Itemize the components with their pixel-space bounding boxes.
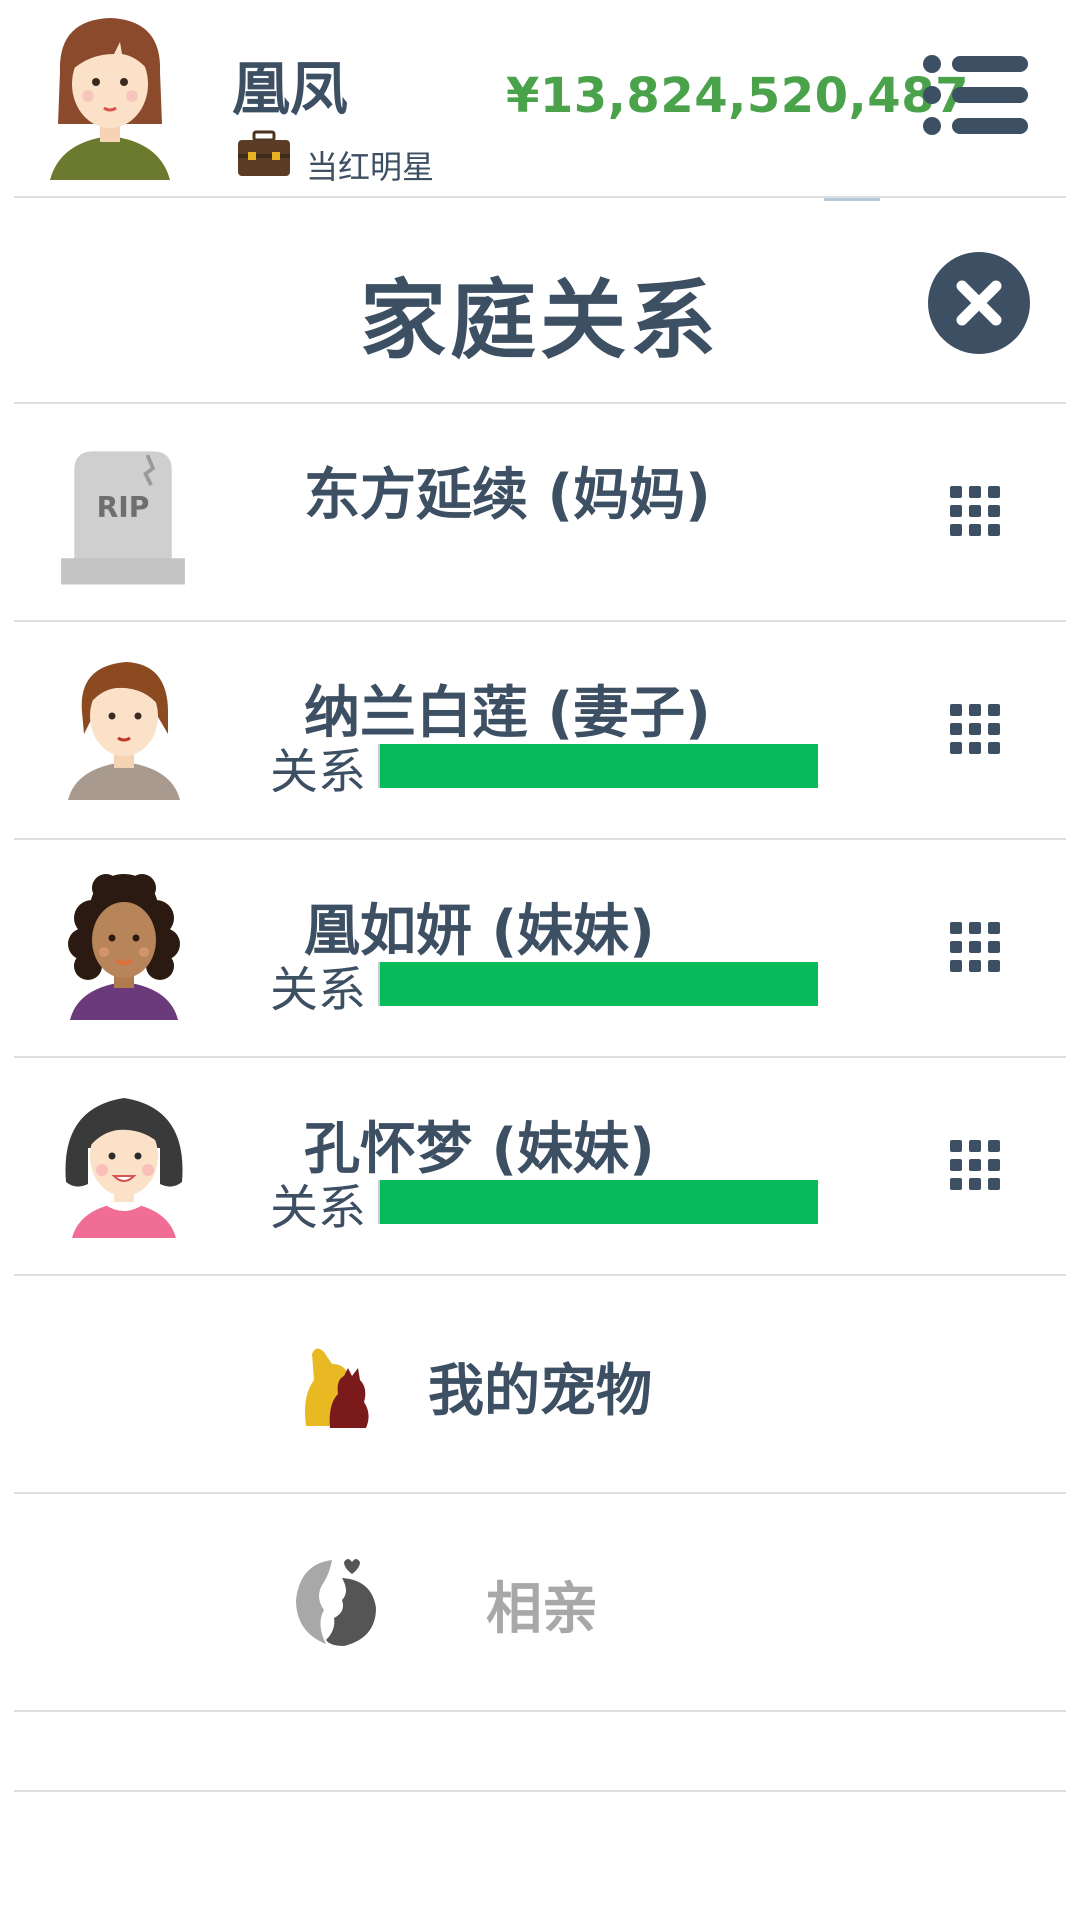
- relation-bar-fill: [380, 962, 818, 1006]
- relation-bar: [378, 744, 818, 788]
- family-row-mother[interactable]: RIP 东方延续 (妈妈): [0, 404, 1080, 620]
- sister-dark-hair-avatar: [65, 1098, 183, 1238]
- relation-bar: [378, 1180, 818, 1224]
- money-balance: ¥13,824,520,487: [506, 68, 969, 124]
- relation-bar: [378, 962, 818, 1006]
- wife-avatar: [68, 662, 180, 800]
- relation-label: 关系: [270, 744, 367, 800]
- bottom-divider: [14, 1790, 1066, 1792]
- family-member-name: 东方延续 (妈妈): [304, 463, 711, 528]
- my-pets-button[interactable]: 我的宠物: [0, 1276, 1080, 1492]
- grid-menu-icon[interactable]: [950, 1140, 1000, 1190]
- relation-bar-fill: [380, 1180, 818, 1224]
- grid-menu-icon[interactable]: [950, 704, 1000, 754]
- header-divider: [14, 196, 1066, 198]
- my-pets-label: 我的宠物: [428, 1359, 652, 1424]
- menu-icon[interactable]: [922, 52, 1030, 138]
- close-button[interactable]: [928, 252, 1030, 354]
- player-name: 凰凤: [232, 55, 349, 123]
- sister-curly-avatar: [68, 874, 180, 1020]
- close-icon: [956, 280, 1002, 326]
- family-row-sister-1[interactable]: 凰如妍 (妹妹) 关系: [0, 840, 1080, 1056]
- tombstone-icon: RIP: [61, 451, 185, 585]
- job-title: 当红明星: [306, 148, 435, 186]
- relation-label: 关系: [270, 1180, 367, 1236]
- grid-menu-icon[interactable]: [950, 486, 1000, 536]
- blind-date-label: 相亲: [486, 1577, 598, 1642]
- dating-icon: [296, 1559, 376, 1646]
- blind-date-button[interactable]: 相亲: [0, 1494, 1080, 1710]
- briefcase-icon: [238, 130, 290, 176]
- pets-icon: [305, 1348, 369, 1428]
- grid-menu-icon[interactable]: [950, 922, 1000, 972]
- row-divider: [14, 1710, 1066, 1712]
- page-title: 家庭关系: [360, 271, 720, 371]
- rip-text: RIP: [97, 491, 150, 524]
- tab-indicator: [824, 198, 880, 201]
- player-avatar[interactable]: [40, 12, 180, 182]
- family-row-sister-2[interactable]: 孔怀梦 (妹妹) 关系: [0, 1058, 1080, 1274]
- family-row-wife[interactable]: 纳兰白莲 (妻子) 关系: [0, 622, 1080, 838]
- relation-label: 关系: [270, 962, 367, 1018]
- relation-bar-fill: [380, 744, 818, 788]
